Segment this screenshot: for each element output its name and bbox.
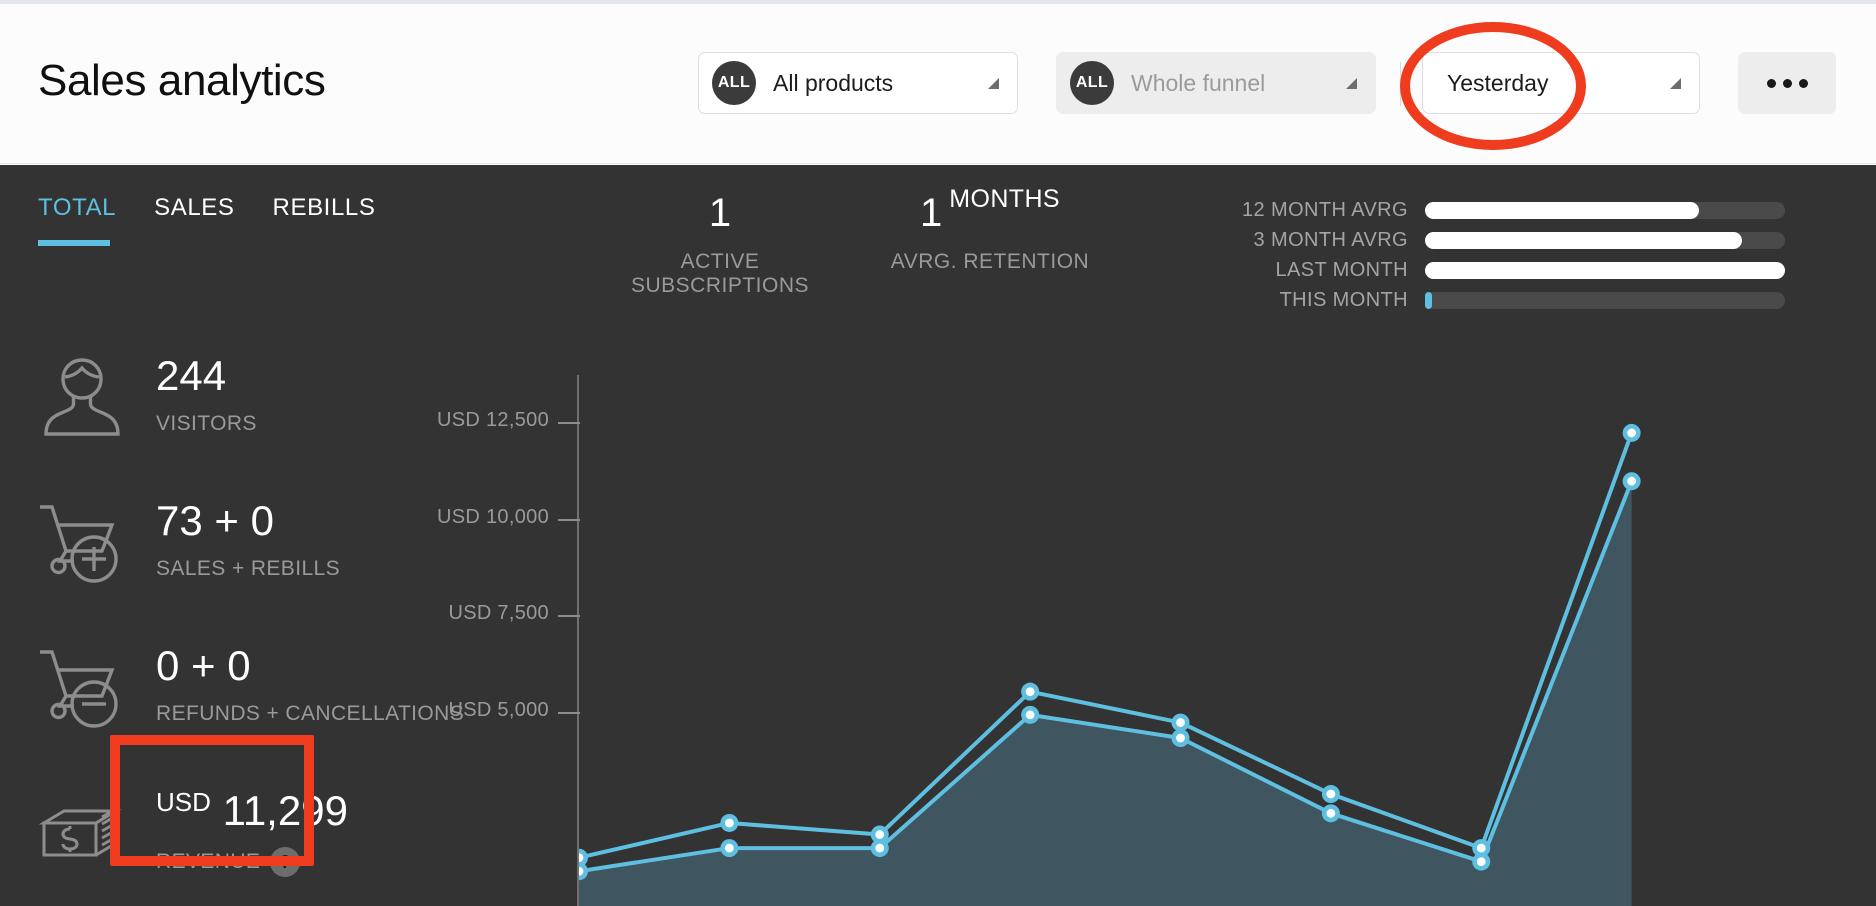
chevron-down-icon <box>1346 77 1357 89</box>
revenue-chart: USD 12,500 USD 10,000 USD 7,500 USD 5,00… <box>437 375 1810 906</box>
kpi-value: 1 <box>708 191 732 235</box>
metric-tabs: TOTAL SALES REBILLS <box>38 194 376 246</box>
funnel-filter-dropdown[interactable]: ALL Whole funnel <box>1056 52 1376 114</box>
kpi-value: 1 <box>920 191 943 235</box>
app-root: Sales analytics ALL All products ALL Who… <box>0 0 1876 906</box>
chart-data-point[interactable] <box>720 813 739 832</box>
metric-caption: SALES + REBILLS <box>156 557 340 581</box>
average-label: 12 MONTH AVRG <box>1242 198 1408 221</box>
currency-prefix: USD <box>156 787 211 817</box>
chart-data-point[interactable] <box>1472 852 1491 871</box>
y-axis-label: USD 12,500 <box>437 409 549 432</box>
kpi-average-retention: 1 MONTHS AVRG. RETENTION <box>860 185 1120 274</box>
month-average-bars: 12 MONTH AVRG 3 MONTH AVRG LAST MONTH TH… <box>1225 195 1785 315</box>
average-label: LAST MONTH <box>1275 258 1408 281</box>
average-fill <box>1425 231 1742 249</box>
chart-data-point[interactable] <box>1622 472 1641 491</box>
metric-value: USD 11,299 <box>156 787 348 835</box>
tab-sales[interactable]: SALES <box>154 194 234 228</box>
chart-data-point[interactable] <box>1021 682 1040 701</box>
y-axis-tick <box>558 422 580 425</box>
metric-caption: VISITORS <box>156 412 257 436</box>
metric-list: 244 VISITORS 73 + 0 SALES + REBILLS 0 + … <box>20 340 500 906</box>
page-title: Sales analytics <box>38 56 326 105</box>
chart-data-point[interactable] <box>870 839 889 858</box>
ellipsis-icon-dot <box>1798 78 1808 88</box>
chart-data-point[interactable] <box>1171 713 1190 732</box>
average-row-last-month: LAST MONTH <box>1225 255 1785 285</box>
metric-revenue: USD 11,299 REVENUE ? <box>20 775 500 906</box>
metric-caption-text: REFUNDS + CANCELLATIONS <box>156 702 465 725</box>
metric-value: 244 <box>156 352 226 400</box>
y-axis-tick <box>558 615 580 618</box>
average-row-3-month: 3 MONTH AVRG <box>1225 225 1785 255</box>
average-track <box>1425 261 1785 279</box>
chart-data-point[interactable] <box>1622 423 1641 442</box>
ellipsis-icon-dot <box>1782 78 1792 88</box>
y-axis-label: USD 5,000 <box>448 698 549 721</box>
metric-visitors: 244 VISITORS <box>20 340 500 485</box>
average-label: THIS MONTH <box>1279 288 1408 311</box>
y-axis-tick <box>558 518 580 521</box>
average-row-12-month: 12 MONTH AVRG <box>1225 195 1785 225</box>
ellipsis-icon-dot <box>1766 78 1776 88</box>
average-track <box>1425 201 1785 219</box>
page-header: Sales analytics ALL All products ALL Who… <box>0 4 1876 164</box>
product-filter-dropdown[interactable]: ALL All products <box>698 52 1018 114</box>
y-axis-label: USD 7,500 <box>448 602 549 625</box>
kpi-label: AVRG. RETENTION <box>890 250 1090 273</box>
average-fill <box>1425 291 1433 309</box>
chart-plot-area <box>579 423 1641 906</box>
dashboard-body: TOTAL SALES REBILLS 1 ACTIVE SUBSCRIPTIO… <box>0 165 1876 906</box>
metric-value: 73 + 0 <box>156 497 274 545</box>
metric-number: 11,299 <box>222 787 348 834</box>
metric-caption: REVENUE ? <box>156 847 301 877</box>
metric-caption-text: REVENUE <box>156 850 261 873</box>
product-filter-label: All products <box>773 69 894 96</box>
y-axis-tick <box>558 711 580 714</box>
chevron-down-icon <box>1670 77 1681 89</box>
chart-data-point[interactable] <box>1321 804 1340 823</box>
metric-caption: REFUNDS + CANCELLATIONS <box>156 702 464 726</box>
average-row-this-month: THIS MONTH <box>1225 285 1785 315</box>
visitor-icon <box>32 348 132 440</box>
chevron-down-icon <box>988 77 999 89</box>
metric-number: 0 + 0 <box>156 642 251 689</box>
more-options-button[interactable] <box>1738 52 1836 114</box>
chart-data-point[interactable] <box>1321 785 1340 804</box>
average-track <box>1425 291 1785 309</box>
average-fill <box>1425 261 1785 279</box>
period-filter-dropdown[interactable]: Yesterday <box>1422 52 1700 114</box>
cart-plus-icon <box>32 493 132 585</box>
metric-sales-rebills: 73 + 0 SALES + REBILLS <box>20 485 500 630</box>
period-filter-label: Yesterday <box>1447 69 1549 96</box>
kpi-value-row: 1 MONTHS <box>860 185 1120 235</box>
chart-area-fill <box>579 481 1632 906</box>
all-badge-icon: ALL <box>712 61 756 105</box>
all-badge-icon: ALL <box>1070 61 1114 105</box>
tab-rebills[interactable]: REBILLS <box>273 194 376 228</box>
metric-refunds-cancellations: 0 + 0 REFUNDS + CANCELLATIONS <box>20 630 500 775</box>
metric-number: 73 + 0 <box>156 497 274 544</box>
cart-minus-icon <box>32 638 132 730</box>
cash-stack-icon <box>32 783 132 875</box>
chart-data-point[interactable] <box>1021 705 1040 724</box>
kpi-active-subscriptions: 1 ACTIVE SUBSCRIPTIONS <box>590 193 850 298</box>
funnel-filter-label: Whole funnel <box>1131 69 1266 96</box>
metric-value: 0 + 0 <box>156 642 251 690</box>
help-icon[interactable]: ? <box>270 847 301 877</box>
header-divider <box>1400 62 1401 106</box>
kpi-label: ACTIVE SUBSCRIPTIONS <box>630 250 810 297</box>
metric-caption-text: VISITORS <box>156 412 257 435</box>
average-track <box>1425 231 1785 249</box>
average-fill <box>1425 201 1699 219</box>
y-axis-label: USD 10,000 <box>437 505 549 528</box>
chart-data-point[interactable] <box>720 839 739 858</box>
average-label: 3 MONTH AVRG <box>1253 228 1408 251</box>
metric-caption-text: SALES + REBILLS <box>156 557 341 580</box>
kpi-unit: MONTHS <box>949 185 1060 213</box>
chart-data-point[interactable] <box>1171 729 1190 748</box>
tab-total[interactable]: TOTAL <box>38 194 116 246</box>
metric-number: 244 <box>156 352 227 399</box>
